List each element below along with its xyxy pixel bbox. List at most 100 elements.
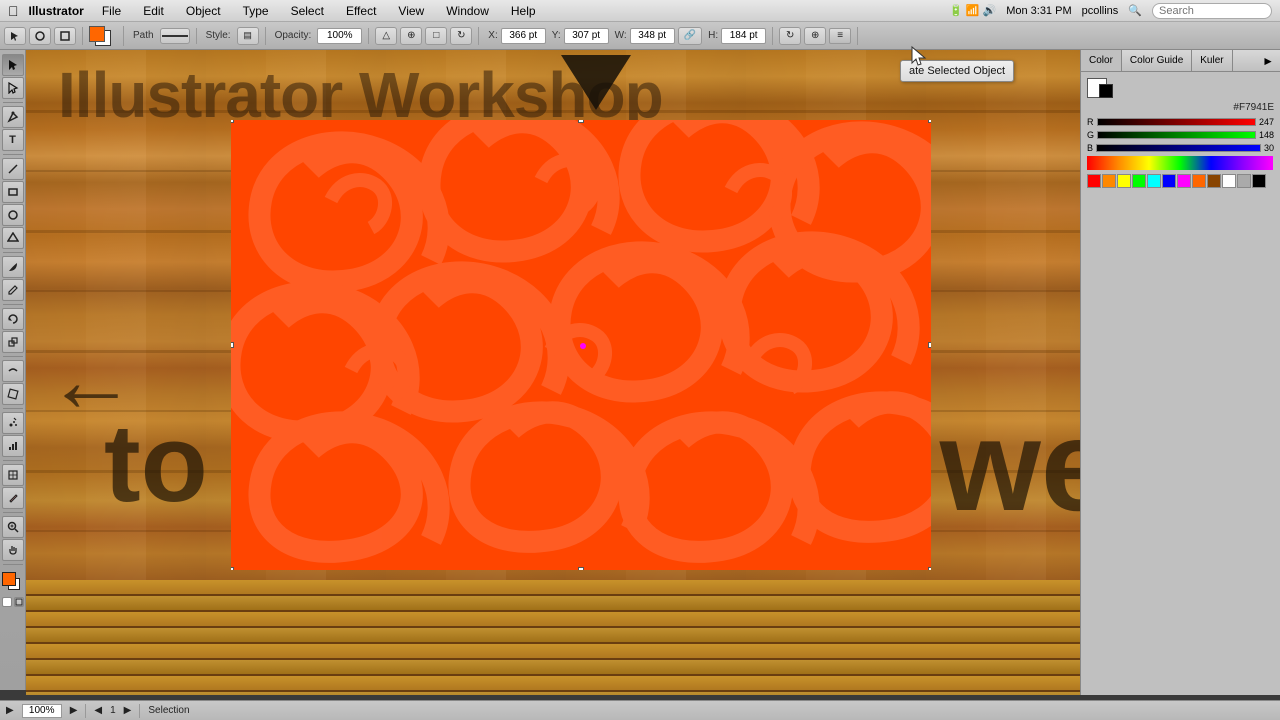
y-input[interactable] [564, 28, 609, 44]
swatch-green[interactable] [1132, 174, 1146, 188]
search-icon[interactable]: 🔍 [1128, 4, 1142, 17]
menu-type[interactable]: Type [239, 2, 273, 20]
swatch-red[interactable] [1087, 174, 1101, 188]
style-btn[interactable]: ▤ [237, 27, 259, 45]
tool-direct-selection[interactable] [2, 77, 24, 99]
tool-zoom[interactable] [2, 516, 24, 538]
select-tool-btn[interactable] [4, 27, 26, 45]
stroke-square[interactable] [1099, 84, 1113, 98]
tool-btn-2[interactable] [29, 27, 51, 45]
tool-rotate[interactable] [2, 308, 24, 330]
menu-help[interactable]: Help [507, 2, 540, 20]
handle-bottom-left[interactable] [231, 567, 234, 570]
canvas-area[interactable]: Illustrator Workshop ← to → wers [26, 50, 1254, 695]
status-nav-right[interactable]: ▶ [70, 705, 78, 716]
tool-type[interactable]: T [2, 129, 24, 151]
misc-btn-1[interactable]: △ [375, 27, 397, 45]
swatch-white[interactable] [1222, 174, 1236, 188]
menu-edit[interactable]: Edit [139, 2, 168, 20]
status-page-prev[interactable]: ◀ [94, 705, 102, 716]
swatch-black[interactable] [1252, 174, 1266, 188]
link-proportions-btn[interactable]: 🔗 [678, 27, 702, 45]
tool-eraser[interactable] [2, 487, 24, 509]
g-slider-row: G 148 [1087, 130, 1274, 140]
h-label: H: [708, 30, 718, 41]
rotate-btn[interactable]: ↻ [779, 27, 801, 45]
color-spectrum-bar[interactable] [1087, 156, 1273, 170]
tool-polygon[interactable] [2, 227, 24, 249]
tool-pencil[interactable] [2, 279, 24, 301]
tab-color-guide[interactable]: Color Guide [1122, 50, 1192, 71]
text-to-decoration: to [104, 400, 208, 527]
menu-select[interactable]: Select [287, 2, 328, 20]
tool-brush[interactable] [2, 256, 24, 278]
b-slider[interactable] [1096, 144, 1261, 152]
r-slider[interactable] [1097, 118, 1256, 126]
swatch-gray[interactable] [1237, 174, 1251, 188]
r-label: R [1087, 117, 1094, 127]
fill-swatch[interactable] [89, 26, 105, 42]
handle-top-right[interactable] [928, 120, 931, 123]
tab-kuler[interactable]: Kuler [1192, 50, 1232, 71]
misc-btn-2[interactable]: ⊕ [400, 27, 422, 45]
swatch-magenta[interactable] [1177, 174, 1191, 188]
tool-btn-3[interactable] [54, 27, 76, 45]
menu-view[interactable]: View [394, 2, 428, 20]
tool-slice[interactable] [2, 464, 24, 486]
tool-scale[interactable] [2, 331, 24, 353]
toolbox-separator-2 [3, 154, 23, 155]
x-input[interactable] [501, 28, 546, 44]
h-input[interactable] [721, 28, 766, 44]
apple-menu[interactable]:  [8, 3, 19, 19]
status-nav-left[interactable]: ▶ [6, 705, 14, 716]
misc-btn-3[interactable]: □ [425, 27, 447, 45]
expand-btn[interactable]: ≡ [829, 28, 851, 44]
tool-rect[interactable] [2, 181, 24, 203]
swatch-brown[interactable] [1207, 174, 1221, 188]
search-input[interactable] [1152, 3, 1272, 19]
tool-symbol-spray[interactable] [2, 412, 24, 434]
stroke-style[interactable] [160, 28, 190, 44]
handle-mid-left[interactable] [231, 342, 234, 348]
g-slider[interactable] [1097, 131, 1256, 139]
swatch-orange[interactable] [1102, 174, 1116, 188]
zoom-input[interactable] [22, 704, 62, 718]
toolbox-separator-8 [3, 512, 23, 513]
handle-bottom-center[interactable] [578, 567, 584, 570]
misc-btn-4[interactable]: ↻ [450, 27, 472, 45]
screen-mode-btn[interactable] [14, 597, 24, 607]
menu-window[interactable]: Window [442, 2, 493, 20]
normal-mode-btn[interactable] [2, 597, 12, 607]
w-input[interactable] [630, 28, 675, 44]
handle-mid-right[interactable] [928, 342, 931, 348]
menu-file[interactable]: File [98, 2, 125, 20]
status-page-next[interactable]: ▶ [124, 705, 132, 716]
tool-warp[interactable] [2, 360, 24, 382]
tab-color[interactable]: Color [1081, 50, 1122, 71]
menu-effect[interactable]: Effect [342, 2, 380, 20]
tool-selection[interactable] [2, 54, 24, 76]
transform-btn[interactable]: ⊕ [804, 27, 826, 45]
r-value: 247 [1259, 117, 1274, 127]
toolbox-color-swatches[interactable] [2, 572, 24, 592]
tool-column-graph[interactable] [2, 435, 24, 457]
toolbox-fill-swatch[interactable] [2, 572, 16, 586]
handle-top-center[interactable] [578, 120, 584, 123]
menu-object[interactable]: Object [182, 2, 225, 20]
tool-hand[interactable] [2, 539, 24, 561]
handle-bottom-right[interactable] [928, 567, 931, 570]
swatch-blue[interactable] [1162, 174, 1176, 188]
swatch-yellow[interactable] [1117, 174, 1131, 188]
swatch-cyan[interactable] [1147, 174, 1161, 188]
panel-options-btn[interactable]: ► [1262, 54, 1274, 68]
tool-line[interactable] [2, 158, 24, 180]
opacity-input[interactable] [317, 28, 362, 44]
swatch-orange2[interactable] [1192, 174, 1206, 188]
right-panel: Color Color Guide Kuler ► # F7941E R 247… [1080, 50, 1280, 695]
tool-free-transform[interactable] [2, 383, 24, 405]
fill-stroke-swatches[interactable] [89, 26, 117, 46]
tool-pen[interactable] [2, 106, 24, 128]
tool-ellipse[interactable] [2, 204, 24, 226]
app-name: Illustrator [29, 4, 84, 18]
handle-top-left[interactable] [231, 120, 234, 123]
